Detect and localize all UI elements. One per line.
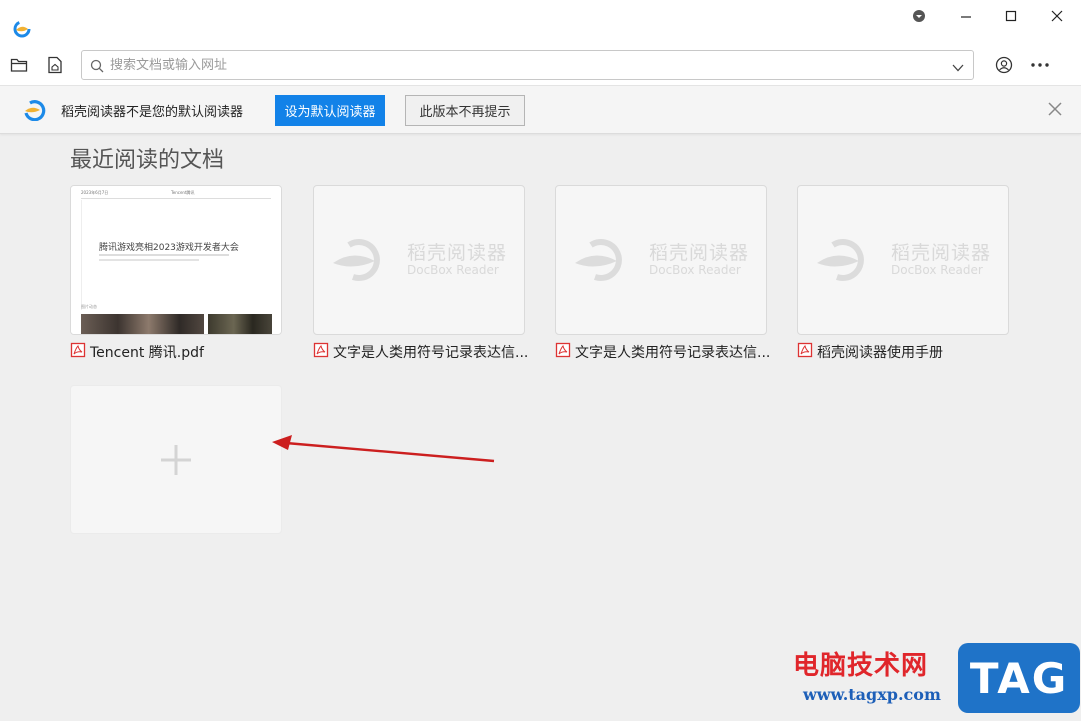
- add-document-button[interactable]: [70, 385, 282, 534]
- maximize-icon[interactable]: [997, 6, 1025, 26]
- thumbnail-title: 腾讯游戏亮相2023游戏开发者大会: [99, 243, 239, 253]
- pdf-icon: [313, 342, 329, 362]
- docbox-logo-icon: [22, 99, 46, 125]
- dropdown-icon[interactable]: [905, 6, 933, 26]
- document-name[interactable]: 文字是人类用符号记录表达信...: [313, 342, 533, 362]
- document-card[interactable]: 稻壳阅读器 DocBox Reader: [313, 185, 525, 335]
- close-icon[interactable]: [1043, 6, 1071, 26]
- docbox-logo-icon: [11, 18, 33, 40]
- thumbnail-header-right: Tencent腾讯: [171, 190, 195, 195]
- document-name-label: 稻壳阅读器使用手册: [817, 345, 943, 361]
- docbox-placeholder: 稻壳阅读器 DocBox Reader: [314, 186, 524, 334]
- document-name[interactable]: Tencent 腾讯.pdf: [70, 342, 290, 362]
- docbox-placeholder: 稻壳阅读器 DocBox Reader: [798, 186, 1008, 334]
- folder-icon[interactable]: [8, 54, 30, 76]
- placeholder-brand-cn: 稻壳阅读器: [648, 241, 749, 264]
- more-horizontal-icon[interactable]: [1029, 54, 1051, 76]
- thumbnail-photo: [81, 314, 204, 334]
- placeholder-brand-cn: 稻壳阅读器: [890, 241, 991, 264]
- placeholder-brand-en: DocBox Reader: [890, 262, 983, 277]
- thumbnail-photo: [208, 314, 272, 334]
- toolbar: [0, 44, 1081, 86]
- search-input[interactable]: [110, 51, 940, 79]
- document-name-label: Tencent 腾讯.pdf: [90, 345, 204, 361]
- document-thumbnail: 2023年6月7日 Tencent腾讯 腾讯游戏亮相2023游戏开发者大会 图片…: [71, 186, 281, 334]
- watermark-tag-text: TAG: [969, 653, 1069, 703]
- document-name[interactable]: 稻壳阅读器使用手册: [797, 342, 1017, 362]
- section-title: 最近阅读的文档: [70, 148, 225, 173]
- user-circle-icon[interactable]: [993, 54, 1015, 76]
- document-card[interactable]: 稻壳阅读器 DocBox Reader: [555, 185, 767, 335]
- dont-remind-button[interactable]: 此版本不再提示: [405, 95, 525, 126]
- document-name[interactable]: 文字是人类用符号记录表达信...: [555, 342, 775, 362]
- thumbnail-section-label: 图片动态: [81, 304, 97, 309]
- docbox-placeholder: 稻壳阅读器 DocBox Reader: [556, 186, 766, 334]
- minimize-icon[interactable]: [952, 6, 980, 26]
- docbox-logo-icon: [574, 239, 622, 281]
- watermark-site-name: 电脑技术网: [793, 651, 929, 681]
- search-icon: [90, 58, 104, 77]
- pdf-icon: [797, 342, 813, 362]
- title-bar: [0, 0, 1081, 44]
- document-name-label: 文字是人类用符号记录表达信...: [575, 345, 771, 361]
- notice-text: 稻壳阅读器不是您的默认阅读器: [61, 105, 244, 120]
- placeholder-brand-cn: 稻壳阅读器: [406, 241, 507, 264]
- site-watermark: 电脑技术网 www.tagxp.com TAG: [793, 643, 1081, 721]
- pdf-icon: [70, 342, 86, 362]
- home-document-icon[interactable]: [44, 54, 66, 76]
- docbox-logo-icon: [332, 239, 380, 281]
- chevron-down-icon[interactable]: [951, 59, 965, 78]
- placeholder-brand-en: DocBox Reader: [406, 262, 499, 277]
- annotation-arrow: [272, 435, 495, 463]
- default-reader-notice: 稻壳阅读器不是您的默认阅读器 设为默认阅读器 此版本不再提示: [0, 86, 1081, 134]
- watermark-tag-logo: TAG: [958, 643, 1080, 713]
- pdf-icon: [555, 342, 571, 362]
- close-icon[interactable]: [1047, 101, 1063, 121]
- search-bar[interactable]: [81, 50, 974, 80]
- document-card[interactable]: 2023年6月7日 Tencent腾讯 腾讯游戏亮相2023游戏开发者大会 图片…: [70, 185, 282, 335]
- document-card[interactable]: 稻壳阅读器 DocBox Reader: [797, 185, 1009, 335]
- set-default-button[interactable]: 设为默认阅读器: [275, 95, 385, 126]
- thumbnail-header-left: 2023年6月7日: [81, 190, 109, 195]
- plus-icon: [161, 444, 191, 475]
- document-name-label: 文字是人类用符号记录表达信...: [333, 345, 529, 361]
- watermark-url: www.tagxp.com: [803, 685, 941, 704]
- placeholder-brand-en: DocBox Reader: [648, 262, 741, 277]
- docbox-logo-icon: [816, 239, 864, 281]
